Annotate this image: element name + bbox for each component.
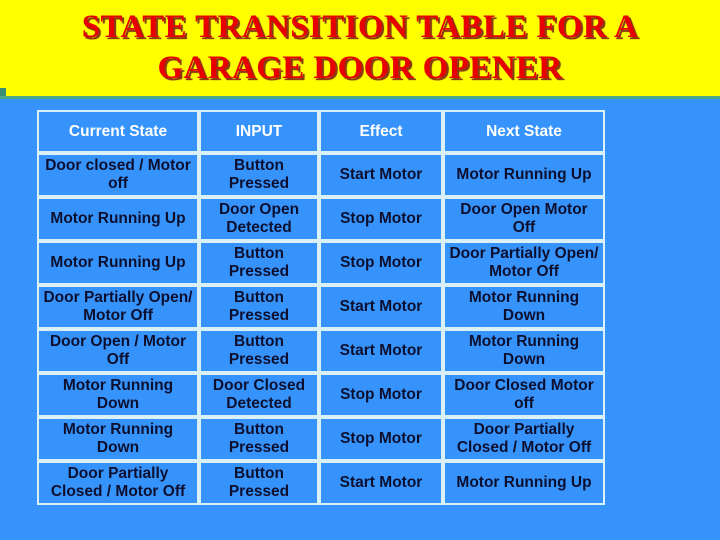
cell-current-state: Motor Running Up bbox=[37, 241, 199, 285]
table-body: Door closed / Motor off Button Pressed S… bbox=[37, 153, 605, 505]
cell-input: Door Open Detected bbox=[199, 197, 319, 241]
slide-title-line-2: GARAGE DOOR OPENER bbox=[157, 50, 563, 86]
cell-next-state: Motor Running Down bbox=[443, 285, 605, 329]
table-row: Motor Running Down Button Pressed Stop M… bbox=[37, 417, 605, 461]
table-header: Current State INPUT Effect Next State bbox=[37, 110, 605, 153]
slide-canvas: STATE TRANSITION TABLE FOR A GARAGE DOOR… bbox=[0, 0, 720, 540]
cell-current-state: Motor Running Up bbox=[37, 197, 199, 241]
cell-next-state: Door Partially Open/ Motor Off bbox=[443, 241, 605, 285]
table-row: Motor Running Down Door Closed Detected … bbox=[37, 373, 605, 417]
cell-next-state: Door Partially Closed / Motor Off bbox=[443, 417, 605, 461]
table-row: Door closed / Motor off Button Pressed S… bbox=[37, 153, 605, 197]
cell-effect: Stop Motor bbox=[319, 417, 443, 461]
table-row: Door Partially Open/ Motor Off Button Pr… bbox=[37, 285, 605, 329]
table-row: Motor Running Up Button Pressed Stop Mot… bbox=[37, 241, 605, 285]
title-banner: STATE TRANSITION TABLE FOR A GARAGE DOOR… bbox=[0, 0, 720, 96]
cell-next-state: Door Closed Motor off bbox=[443, 373, 605, 417]
column-header-next-state: Next State bbox=[443, 110, 605, 153]
cell-input: Button Pressed bbox=[199, 241, 319, 285]
cell-effect: Start Motor bbox=[319, 153, 443, 197]
cell-input: Button Pressed bbox=[199, 285, 319, 329]
cell-effect: Stop Motor bbox=[319, 373, 443, 417]
cell-input: Button Pressed bbox=[199, 417, 319, 461]
cell-next-state: Motor Running Up bbox=[443, 153, 605, 197]
column-header-input: INPUT bbox=[199, 110, 319, 153]
cell-effect: Stop Motor bbox=[319, 197, 443, 241]
cell-current-state: Door closed / Motor off bbox=[37, 153, 199, 197]
state-transition-table: Current State INPUT Effect Next State Do… bbox=[37, 110, 605, 505]
table-row: Door Partially Closed / Motor Off Button… bbox=[37, 461, 605, 505]
cell-effect: Start Motor bbox=[319, 461, 443, 505]
cell-input: Button Pressed bbox=[199, 329, 319, 373]
cell-input: Button Pressed bbox=[199, 461, 319, 505]
cell-current-state: Door Open / Motor Off bbox=[37, 329, 199, 373]
column-header-effect: Effect bbox=[319, 110, 443, 153]
cell-next-state: Door Open Motor Off bbox=[443, 197, 605, 241]
cell-current-state: Door Partially Open/ Motor Off bbox=[37, 285, 199, 329]
table-row: Door Open / Motor Off Button Pressed Sta… bbox=[37, 329, 605, 373]
cell-effect: Stop Motor bbox=[319, 241, 443, 285]
cell-input: Button Pressed bbox=[199, 153, 319, 197]
table-row: Motor Running Up Door Open Detected Stop… bbox=[37, 197, 605, 241]
slide-title-line-1: STATE TRANSITION TABLE FOR A bbox=[81, 9, 639, 45]
cell-current-state: Motor Running Down bbox=[37, 373, 199, 417]
cell-effect: Start Motor bbox=[319, 329, 443, 373]
cell-current-state: Motor Running Down bbox=[37, 417, 199, 461]
cell-next-state: Motor Running Down bbox=[443, 329, 605, 373]
cell-next-state: Motor Running Up bbox=[443, 461, 605, 505]
column-header-current-state: Current State bbox=[37, 110, 199, 153]
cell-input: Door Closed Detected bbox=[199, 373, 319, 417]
cell-effect: Start Motor bbox=[319, 285, 443, 329]
table-header-row: Current State INPUT Effect Next State bbox=[37, 110, 605, 153]
banner-underline bbox=[0, 96, 720, 99]
cell-current-state: Door Partially Closed / Motor Off bbox=[37, 461, 199, 505]
